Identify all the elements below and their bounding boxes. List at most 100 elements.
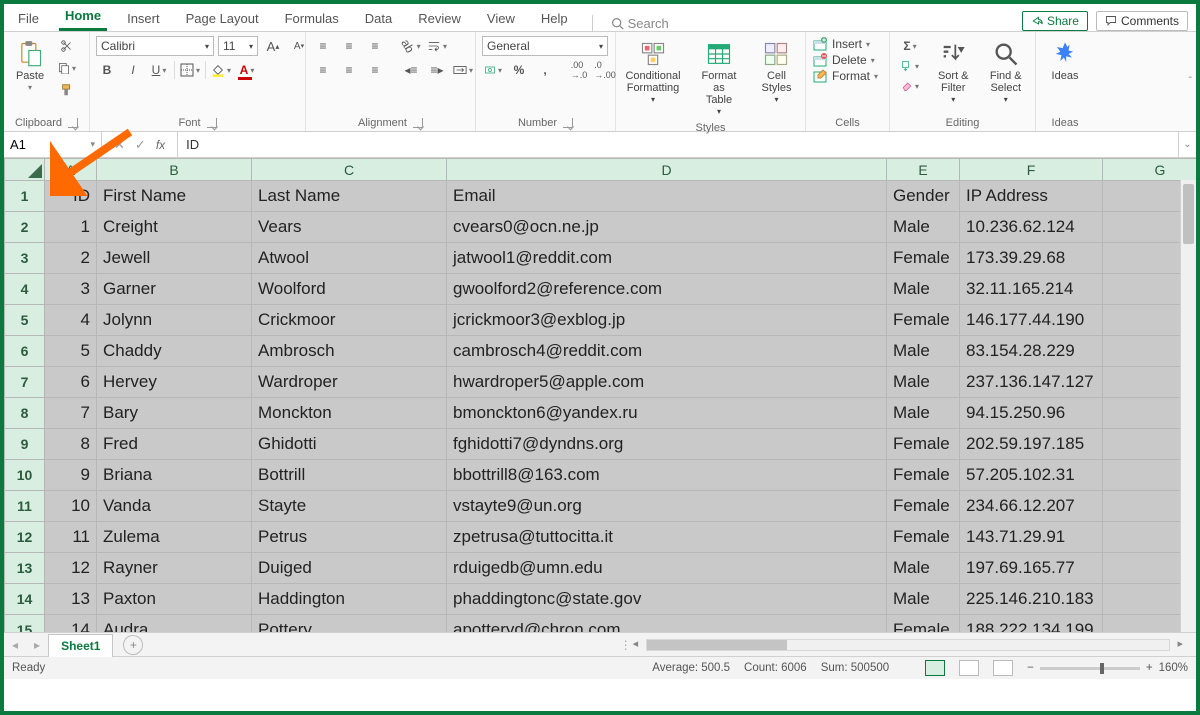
borders-button[interactable] xyxy=(179,60,201,80)
column-header[interactable]: A xyxy=(45,159,97,181)
font-size-select[interactable]: 11▾ xyxy=(218,36,258,56)
name-box[interactable]: A1▾ xyxy=(4,132,102,157)
cell[interactable]: 143.71.29.91 xyxy=(960,522,1103,553)
cell[interactable]: 2 xyxy=(45,243,97,274)
autosum-button[interactable]: Σ xyxy=(896,36,924,56)
cell[interactable]: 225.146.210.183 xyxy=(960,584,1103,615)
cell[interactable]: Female xyxy=(887,615,960,633)
row-header[interactable]: 15 xyxy=(5,615,45,633)
cell[interactable]: IP Address xyxy=(960,181,1103,212)
wrap-text-button[interactable] xyxy=(426,36,448,56)
cell[interactable]: Jewell xyxy=(97,243,252,274)
cell[interactable]: zpetrusa@tuttocitta.it xyxy=(447,522,887,553)
orientation-button[interactable]: ab xyxy=(400,36,422,56)
cell[interactable]: 234.66.12.207 xyxy=(960,491,1103,522)
cell[interactable]: 10.236.62.124 xyxy=(960,212,1103,243)
collapse-ribbon-button[interactable]: ˆ xyxy=(1185,72,1196,91)
tab-view[interactable]: View xyxy=(481,7,521,31)
tab-formulas[interactable]: Formulas xyxy=(279,7,345,31)
cell[interactable]: 94.15.250.96 xyxy=(960,398,1103,429)
percent-button[interactable]: % xyxy=(508,60,530,80)
cell[interactable]: 12 xyxy=(45,553,97,584)
row-header[interactable]: 10 xyxy=(5,460,45,491)
select-all-corner[interactable] xyxy=(5,159,45,181)
zoom-out-button[interactable]: − xyxy=(1027,662,1034,674)
zoom-level[interactable]: 160% xyxy=(1159,662,1188,674)
cell[interactable]: Male xyxy=(887,584,960,615)
cut-button[interactable] xyxy=(56,36,78,56)
clear-button[interactable] xyxy=(896,76,924,96)
format-painter-button[interactable] xyxy=(56,80,78,100)
row-header[interactable]: 9 xyxy=(5,429,45,460)
cell[interactable]: cambrosch4@reddit.com xyxy=(447,336,887,367)
cell[interactable]: 237.136.147.127 xyxy=(960,367,1103,398)
zoom-slider[interactable] xyxy=(1040,667,1140,670)
sheet-nav-next[interactable]: ▸ xyxy=(26,638,48,652)
cell[interactable]: Vears xyxy=(252,212,447,243)
cell[interactable]: Female xyxy=(887,429,960,460)
cell[interactable]: fghidotti7@dyndns.org xyxy=(447,429,887,460)
page-break-view-button[interactable] xyxy=(993,660,1013,676)
cell[interactable]: Briana xyxy=(97,460,252,491)
row-header[interactable]: 13 xyxy=(5,553,45,584)
cell[interactable]: Female xyxy=(887,243,960,274)
dialog-launcher-icon[interactable] xyxy=(207,118,217,128)
cell[interactable]: Female xyxy=(887,305,960,336)
row-header[interactable]: 2 xyxy=(5,212,45,243)
cell[interactable]: Male xyxy=(887,212,960,243)
cell[interactable]: Male xyxy=(887,367,960,398)
cell[interactable]: Rayner xyxy=(97,553,252,584)
cell[interactable]: Female xyxy=(887,491,960,522)
cell[interactable]: jatwool1@reddit.com xyxy=(447,243,887,274)
cell[interactable]: 5 xyxy=(45,336,97,367)
decrease-decimal-button[interactable]: .0→.00 xyxy=(594,60,616,80)
copy-button[interactable] xyxy=(56,58,78,78)
conditional-formatting-button[interactable]: Conditional Formatting▾ xyxy=(622,36,684,109)
number-format-select[interactable]: General▾ xyxy=(482,36,608,56)
column-header[interactable]: F xyxy=(960,159,1103,181)
cell[interactable]: Male xyxy=(887,336,960,367)
cell[interactable]: 10 xyxy=(45,491,97,522)
cell[interactable]: bmonckton6@yandex.ru xyxy=(447,398,887,429)
bold-button[interactable]: B xyxy=(96,60,118,80)
cell[interactable]: Woolford xyxy=(252,274,447,305)
column-header[interactable]: G xyxy=(1103,159,1197,181)
cell[interactable]: Haddington xyxy=(252,584,447,615)
cell[interactable]: Ambrosch xyxy=(252,336,447,367)
cell[interactable]: Gender xyxy=(887,181,960,212)
cell[interactable]: phaddingtonc@state.gov xyxy=(447,584,887,615)
cell[interactable]: 14 xyxy=(45,615,97,633)
comma-button[interactable]: , xyxy=(534,60,556,80)
vertical-scrollbar[interactable] xyxy=(1180,180,1196,632)
cell[interactable]: 13 xyxy=(45,584,97,615)
align-right-button[interactable]: ≡ xyxy=(364,60,386,80)
cell[interactable]: Jolynn xyxy=(97,305,252,336)
font-color-button[interactable]: A xyxy=(236,60,258,80)
format-cells-button[interactable]: Format ▾ xyxy=(812,68,878,84)
cell[interactable]: 11 xyxy=(45,522,97,553)
align-center-button[interactable]: ≡ xyxy=(338,60,360,80)
cell[interactable]: Last Name xyxy=(252,181,447,212)
column-header[interactable]: E xyxy=(887,159,960,181)
cell[interactable]: bbottrill8@163.com xyxy=(447,460,887,491)
ideas-button[interactable]: Ideas xyxy=(1042,36,1088,86)
dialog-launcher-icon[interactable] xyxy=(413,118,423,128)
row-header[interactable]: 6 xyxy=(5,336,45,367)
cell[interactable]: rduigedb@umn.edu xyxy=(447,553,887,584)
cell[interactable]: Male xyxy=(887,274,960,305)
column-header[interactable]: D xyxy=(447,159,887,181)
cell[interactable]: Creight xyxy=(97,212,252,243)
column-header[interactable]: B xyxy=(97,159,252,181)
cell[interactable]: gwoolford2@reference.com xyxy=(447,274,887,305)
cell[interactable]: vstayte9@un.org xyxy=(447,491,887,522)
tell-me-search[interactable]: Search xyxy=(611,16,669,31)
find-select-button[interactable]: Find & Select▾ xyxy=(983,36,1030,109)
cell[interactable]: 6 xyxy=(45,367,97,398)
sheet-tab[interactable]: Sheet1 xyxy=(48,634,113,657)
cell[interactable]: 83.154.28.229 xyxy=(960,336,1103,367)
cancel-formula-button[interactable]: ✕ xyxy=(114,137,125,153)
cell[interactable]: Female xyxy=(887,522,960,553)
cell[interactable]: Monckton xyxy=(252,398,447,429)
cell[interactable]: Crickmoor xyxy=(252,305,447,336)
cell[interactable]: 197.69.165.77 xyxy=(960,553,1103,584)
